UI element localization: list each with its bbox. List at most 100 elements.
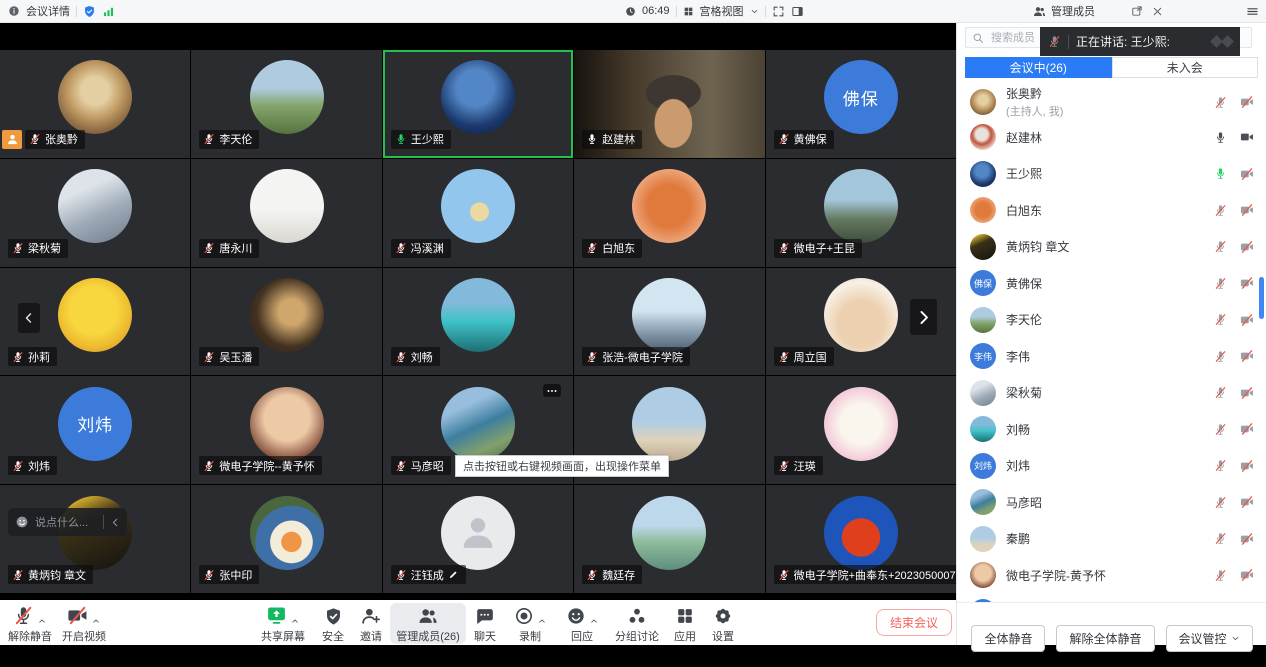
chat-input-placeholder[interactable]: 说点什么... [35, 514, 97, 530]
member-camera-off-icon[interactable] [1240, 422, 1254, 436]
member-row[interactable]: 梁秋菊 [957, 375, 1266, 412]
member-mic-muted-icon[interactable] [1214, 204, 1227, 217]
mic-muted-icon[interactable] [778, 569, 790, 581]
toolbar-invite-button[interactable]: 邀请 [352, 603, 390, 644]
member-mic-muted-icon[interactable] [1214, 569, 1227, 582]
mic-muted-icon[interactable] [778, 133, 790, 145]
toolbar-breakout-rooms-button[interactable]: 分组讨论 [608, 603, 666, 644]
mic-muted-icon[interactable] [778, 351, 790, 363]
mic-muted-icon[interactable] [586, 351, 598, 363]
next-page-button[interactable] [910, 299, 937, 335]
member-row[interactable]: 白旭东 [957, 192, 1266, 229]
prev-page-button[interactable] [18, 303, 40, 333]
video-tile[interactable]: 微电子学院--黄予怀 [191, 376, 381, 484]
video-tile[interactable]: 魏廷存 [574, 485, 764, 593]
member-camera-off-icon[interactable] [1240, 95, 1254, 109]
network-signal-icon[interactable] [102, 5, 115, 18]
video-tile[interactable]: 微电子+王昆 [766, 159, 956, 267]
member-camera-icon[interactable] [1240, 130, 1254, 144]
mic-muted-icon[interactable] [12, 242, 24, 254]
video-tile[interactable]: 汪钰成 [383, 485, 573, 593]
mic-muted-icon[interactable] [29, 133, 41, 145]
video-tile[interactable]: 微电子学院+曲奉东+2023050007 [766, 485, 956, 593]
video-tile[interactable]: 汪瑛 [766, 376, 956, 484]
mic-muted-icon[interactable] [778, 242, 790, 254]
collapse-chat-icon[interactable] [110, 517, 121, 528]
member-row[interactable]: 秦鹏 [957, 521, 1266, 558]
member-mic-muted-icon[interactable] [1214, 423, 1227, 436]
toolbar-reactions-button[interactable]: 回应 [556, 603, 608, 644]
video-tile[interactable]: 刘炜刘炜 [0, 376, 190, 484]
mic-muted-icon[interactable] [12, 460, 24, 472]
mic-muted-icon[interactable] [12, 569, 24, 581]
video-tile[interactable]: 刘畅 [383, 268, 573, 376]
member-row[interactable] [957, 594, 1266, 603]
fullscreen-icon[interactable] [772, 5, 785, 18]
toolbar-chat-button[interactable]: 聊天 [466, 603, 504, 644]
member-row[interactable]: 佛保黄佛保 [957, 265, 1266, 302]
mic-muted-icon[interactable] [395, 460, 407, 472]
member-mic-icon[interactable] [1214, 131, 1227, 144]
member-row[interactable]: 李天伦 [957, 302, 1266, 339]
mute-all-button[interactable]: 全体静音 [971, 625, 1045, 652]
toolbar-settings-button[interactable]: 设置 [704, 603, 742, 644]
member-row[interactable]: 刘畅 [957, 411, 1266, 448]
meeting-details-label[interactable]: 会议详情 [26, 3, 70, 19]
tab-in-meeting[interactable]: 会议中(26) [965, 57, 1112, 78]
mic-muted-icon[interactable] [586, 242, 598, 254]
member-camera-off-icon[interactable] [1240, 532, 1254, 546]
unmute-all-button[interactable]: 解除全体静音 [1056, 625, 1154, 652]
video-tile[interactable]: 黄炳钧 章文 [0, 485, 190, 593]
mic-muted-icon[interactable] [395, 569, 407, 581]
mic-muted-icon[interactable] [395, 351, 407, 363]
rename-pencil-icon[interactable] [448, 569, 459, 580]
member-mic-muted-icon[interactable] [1214, 496, 1227, 509]
toolbar-start-video-button[interactable]: 开启视频 [62, 603, 106, 644]
member-camera-off-icon[interactable] [1240, 240, 1254, 254]
member-mic-muted-icon[interactable] [1214, 277, 1227, 290]
member-camera-off-icon[interactable] [1240, 167, 1254, 181]
member-mic-muted-icon[interactable] [1214, 240, 1227, 253]
member-mic-muted-icon[interactable] [1214, 96, 1227, 109]
video-tile[interactable]: 佛保黄佛保 [766, 50, 956, 158]
member-mic-muted-icon[interactable] [1214, 386, 1227, 399]
toolbar-manage-members-button[interactable]: 管理成员(26) [390, 603, 466, 644]
mic-muted-icon[interactable] [778, 460, 790, 472]
mic-muted-icon[interactable] [395, 242, 407, 254]
member-row[interactable]: 微电子学院-黄予怀 [957, 557, 1266, 594]
member-mic-muted-icon[interactable] [1214, 532, 1227, 545]
member-row[interactable]: 张奥黔(主持人, 我) [957, 85, 1266, 119]
member-camera-off-icon[interactable] [1240, 349, 1254, 363]
close-panel-icon[interactable] [1152, 6, 1163, 17]
video-tile[interactable]: 王少熙 [383, 50, 573, 158]
emoji-icon[interactable] [15, 515, 29, 529]
video-tile[interactable]: 赵建林 [574, 50, 764, 158]
video-tile[interactable]: 吴玉潘 [191, 268, 381, 376]
mic-muted-icon[interactable] [586, 569, 598, 581]
toolbar-unmute-button[interactable]: 解除静音 [8, 603, 52, 644]
chevron-down-icon[interactable] [750, 7, 759, 16]
member-camera-off-icon[interactable] [1240, 568, 1254, 582]
video-tile[interactable]: 冯溪渊 [383, 159, 573, 267]
hamburger-menu-icon[interactable] [1246, 5, 1259, 18]
member-camera-off-icon[interactable] [1240, 276, 1254, 290]
video-tile[interactable]: 梁秋菊 [0, 159, 190, 267]
member-camera-off-icon[interactable] [1240, 386, 1254, 400]
video-tile[interactable]: 张奥黔 [0, 50, 190, 158]
member-mic-muted-icon[interactable] [1214, 313, 1227, 326]
video-tile[interactable]: 白旭东 [574, 159, 764, 267]
video-tile[interactable]: 张中印 [191, 485, 381, 593]
member-row[interactable]: 刘炜刘炜 [957, 448, 1266, 485]
mic-muted-icon[interactable] [12, 351, 24, 363]
video-tile[interactable]: 唐永川 [191, 159, 381, 267]
member-row[interactable]: 李伟李伟 [957, 338, 1266, 375]
mic-muted-icon[interactable] [203, 242, 215, 254]
end-meeting-button[interactable]: 结束会议 [876, 609, 952, 636]
member-camera-off-icon[interactable] [1240, 459, 1254, 473]
tab-not-joined[interactable]: 未入会 [1112, 57, 1259, 78]
view-mode-label[interactable]: 宫格视图 [700, 3, 744, 19]
video-tile[interactable]: 李天伦 [191, 50, 381, 158]
popout-panel-icon[interactable] [1131, 5, 1143, 17]
member-row[interactable]: 黄炳钧 章文 [957, 229, 1266, 266]
mic-muted-icon[interactable] [203, 569, 215, 581]
